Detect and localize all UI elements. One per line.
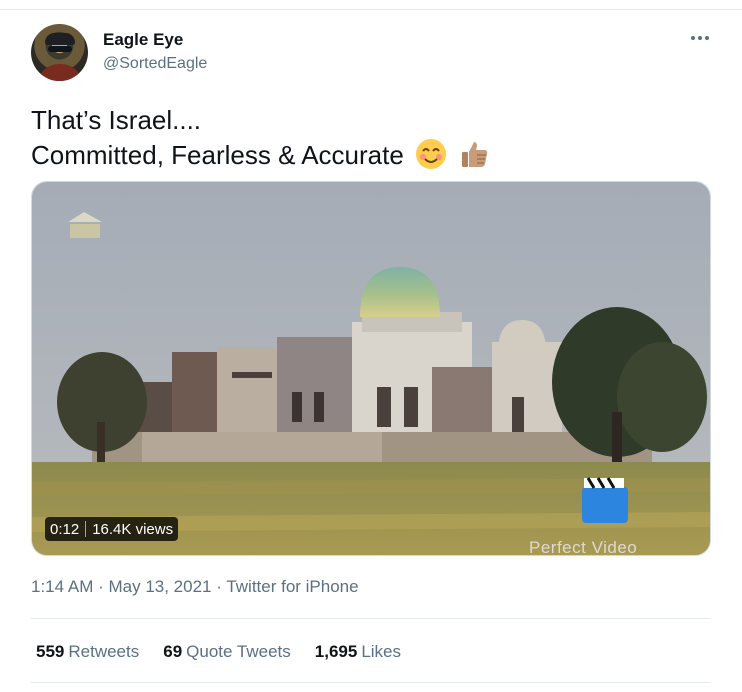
tweet-source[interactable]: Twitter for iPhone — [226, 577, 358, 596]
video-watermark: Perfect Video — [529, 538, 638, 556]
more-options-icon[interactable] — [686, 28, 714, 48]
quote-label: Quote Tweets — [186, 642, 291, 661]
top-divider — [0, 9, 742, 10]
divider — [31, 618, 711, 619]
video-duration: 0:12 — [50, 520, 80, 538]
tweet-meta: 1:14 AM · May 13, 2021 · Twitter for iPh… — [31, 577, 359, 597]
quote-count: 69 — [163, 642, 183, 661]
tweet-line-1: That’s Israel.... — [31, 105, 202, 135]
meta-separator: · — [211, 577, 227, 596]
meta-separator: · — [93, 577, 109, 596]
video-info-badge: 0:12 16.4K views — [45, 517, 179, 541]
divider — [31, 682, 711, 683]
retweets-count: 559 — [36, 642, 65, 661]
quote-tweets-stat[interactable]: 69 Quote Tweets — [163, 642, 291, 662]
likes-count: 1,695 — [314, 642, 358, 661]
author-handle[interactable]: @SortedEagle — [103, 55, 207, 73]
video-player[interactable]: Perfect Video — [31, 181, 711, 556]
video-views: 16.4K views — [92, 520, 174, 538]
retweets-label: Retweets — [68, 642, 140, 661]
retweets-stat[interactable]: 559 Retweets — [36, 642, 139, 662]
smiling-face-icon — [416, 139, 447, 169]
likes-stat[interactable]: 1,695 Likes — [315, 642, 401, 662]
video-frame — [32, 182, 710, 555]
thumbs-up-icon — [462, 142, 488, 167]
avatar[interactable] — [31, 24, 88, 81]
tweet-stats: 559 Retweets 69 Quote Tweets 1,695 Likes — [36, 642, 401, 662]
tweet-date[interactable]: May 13, 2021 — [108, 577, 211, 596]
tweet-text: That’s Israel.... Committed, Fearless & … — [31, 103, 711, 173]
tweet-line-2: Committed, Fearless & Accurate — [31, 140, 404, 170]
author-name[interactable]: Eagle Eye — [103, 30, 183, 50]
likes-label: Likes — [361, 642, 401, 661]
tweet-time[interactable]: 1:14 AM — [31, 577, 93, 596]
